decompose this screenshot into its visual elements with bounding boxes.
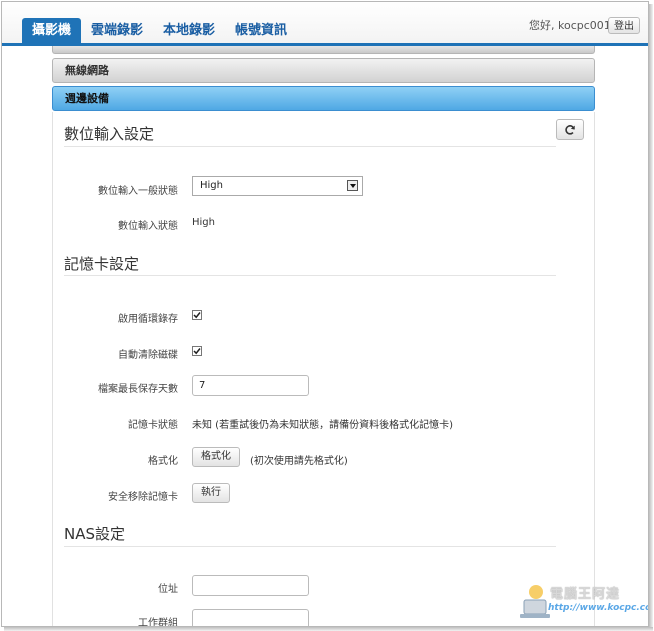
digital-input-state-label: 數位輸入狀態 <box>118 221 178 232</box>
check-icon <box>193 348 201 355</box>
auto-clean-checkbox[interactable] <box>192 346 202 356</box>
tab-cloud-recording[interactable]: 雲端錄影 <box>81 18 153 44</box>
digital-input-title: 數位輸入設定 <box>64 125 155 143</box>
page-shadow-bottom <box>4 627 653 631</box>
accordion-wifi-header[interactable]: 無線網路 <box>52 58 595 83</box>
nas-address-input[interactable] <box>192 575 309 596</box>
browser-viewport: 攝影機 雲端錄影 本地錄影 帳號資訊 您好, kocpc001 登出 無線網路 … <box>1 1 649 627</box>
tab-local-recording[interactable]: 本地錄影 <box>153 18 225 44</box>
card-status-label: 記憶卡狀態 <box>128 420 178 431</box>
watermark-site-name: 電腦王阿達 <box>550 587 621 602</box>
max-days-label: 檔案最長保存天數 <box>98 384 178 395</box>
loop-record-checkbox[interactable] <box>192 310 202 320</box>
memory-card-title: 記憶卡設定 <box>64 255 140 273</box>
digital-input-normal-state-label: 數位輸入一般狀態 <box>98 186 178 197</box>
check-icon <box>193 312 201 319</box>
select-value: High <box>200 180 223 191</box>
eject-card-label: 安全移除記憶卡 <box>108 492 178 503</box>
format-label: 格式化 <box>148 456 178 467</box>
nas-workgroup-input[interactable] <box>192 609 309 626</box>
accordion-collapsed-strip[interactable] <box>52 46 595 54</box>
tab-camera[interactable]: 攝影機 <box>22 18 82 44</box>
tab-account-info[interactable]: 帳號資訊 <box>225 18 297 44</box>
user-greeting: 您好, kocpc001 <box>529 19 611 32</box>
section-divider <box>64 546 556 547</box>
max-days-input[interactable]: 7 <box>192 375 309 396</box>
nas-address-label: 位址 <box>158 584 178 595</box>
chevron-down-icon <box>347 180 358 191</box>
card-status-value: 未知 (若重試後仍為未知狀態，請備份資料後格式化記憶卡) <box>192 420 453 431</box>
loop-record-label: 啟用循環錄存 <box>118 314 178 325</box>
page-shadow-right <box>649 4 653 630</box>
main-nav: 攝影機 雲端錄影 本地錄影 帳號資訊 <box>22 18 297 44</box>
digital-input-state-value: High <box>192 217 215 228</box>
refresh-icon <box>565 124 575 135</box>
eject-card-button[interactable]: 執行 <box>192 483 230 503</box>
nas-workgroup-label: 工作群組 <box>138 618 178 627</box>
refresh-button[interactable] <box>556 119 584 140</box>
top-navbar: 攝影機 雲端錄影 本地錄影 帳號資訊 您好, kocpc001 登出 <box>2 2 648 46</box>
format-hint: (初次使用請先格式化) <box>250 456 348 467</box>
watermark-url: http://www.kocpc.com.tw <box>548 603 648 613</box>
section-divider <box>64 275 556 276</box>
format-button[interactable]: 格式化 <box>192 447 240 467</box>
logout-button[interactable]: 登出 <box>608 17 640 34</box>
nas-title: NAS設定 <box>64 525 126 543</box>
digital-input-normal-state-select[interactable]: High <box>192 176 363 196</box>
section-divider <box>64 146 556 147</box>
accordion-peripherals-header[interactable]: 週邊設備 <box>52 86 595 111</box>
auto-clean-label: 自動清除磁碟 <box>118 350 178 361</box>
